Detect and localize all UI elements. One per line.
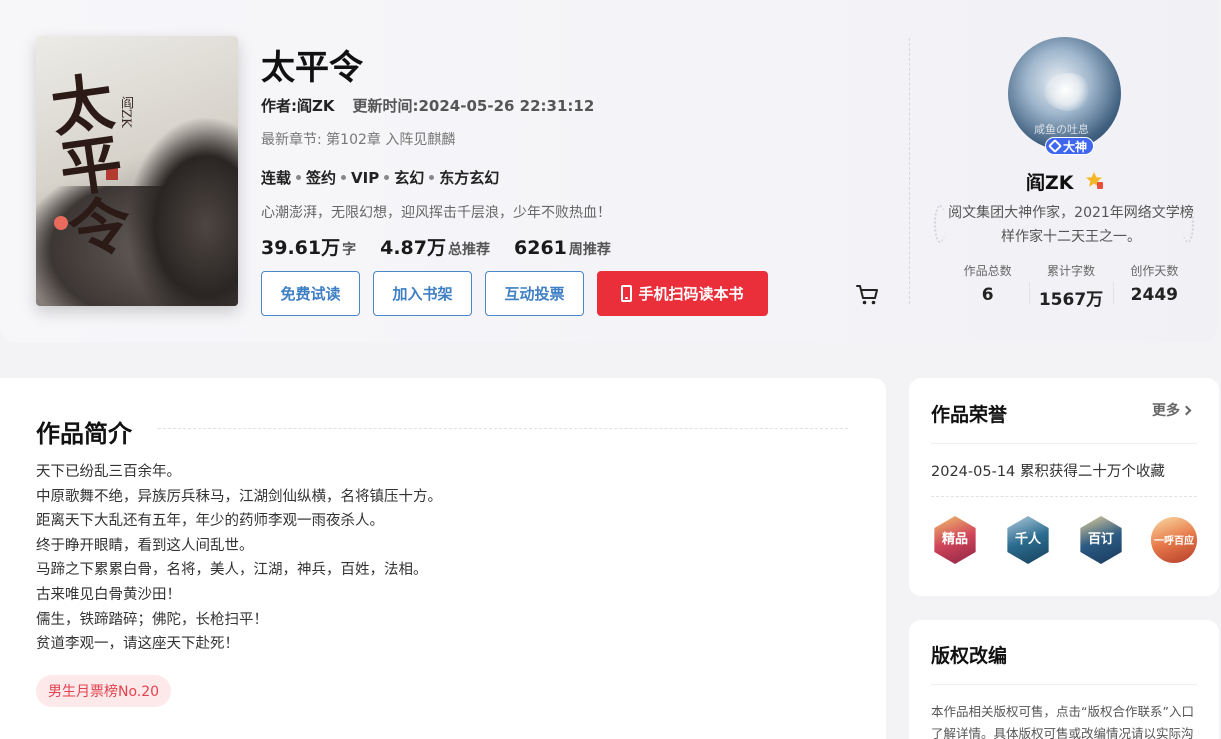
copyright-text: 本作品相关版权可售，点击“版权合作联系”入口了解详情。具体版权可售或改编情况请以… bbox=[931, 704, 1194, 739]
author-stat-label: 累计字数 bbox=[1046, 264, 1095, 278]
honor-badge-icon[interactable]: 一呼百应 bbox=[1148, 514, 1200, 566]
honor-badges: 精品 千人 百订 一呼百应 bbox=[929, 514, 1200, 566]
author-stat-value: 2449 bbox=[1130, 285, 1178, 305]
rank-badge[interactable]: 男生月票榜No.20 bbox=[36, 675, 172, 707]
stat-word-count: 39.61万字 bbox=[261, 233, 356, 260]
copyright-title: 版权改编 bbox=[931, 645, 1008, 667]
laurel-left-icon bbox=[934, 205, 946, 243]
mobile-read-label: 手机扫码读本书 bbox=[638, 285, 744, 303]
mobile-read-button[interactable]: 手机扫码读本书 bbox=[597, 271, 768, 316]
author-stat-days: 创作天数 2449 bbox=[1112, 262, 1196, 310]
badge-text: 精品 bbox=[941, 532, 968, 547]
author-name[interactable]: 阎ZK bbox=[1026, 168, 1074, 195]
author-level-badge: 大神 bbox=[1045, 137, 1095, 155]
book-header-card: 太平令 阎ZK 太平令 作者:阎ZK 更新时间:2024-05-26 22:31… bbox=[0, 0, 1218, 342]
book-tags: 连载 签约 VIP 玄幻 东方玄幻 bbox=[261, 167, 499, 188]
author-stat-value: 1567万 bbox=[1038, 290, 1104, 310]
book-stats: 39.61万字 4.87万 总推荐 6261 周推荐 bbox=[261, 233, 611, 260]
cover-author-art: 阎ZK bbox=[118, 96, 133, 128]
stat-weekly-recommend: 6261 周推荐 bbox=[514, 237, 611, 259]
action-buttons: 免费试读 加入书架 互动投票 手机扫码读本书 bbox=[261, 271, 768, 316]
book-author-link[interactable]: 作者:阎ZK bbox=[261, 95, 335, 116]
book-meta: 作者:阎ZK 更新时间:2024-05-26 22:31:12 bbox=[261, 95, 594, 116]
stat-value: 4.87万 bbox=[380, 237, 446, 259]
copyright-card: 版权改编 本作品相关版权可售，点击“版权合作联系”入口了解详情。具体版权可售或改… bbox=[909, 620, 1219, 739]
author-description: 阅文集团大神作家，2021年网络文学榜样作家十二天王之一。 bbox=[948, 205, 1194, 245]
badge-text: 百订 bbox=[1087, 532, 1114, 547]
tag-separator bbox=[341, 175, 347, 180]
book-tagline: 心潮澎湃，无限幻想，迎风挥击千层浪，少年不败热血！ bbox=[261, 205, 611, 221]
stat-total-recommend: 4.87万 总推荐 bbox=[380, 233, 490, 260]
tag-signed: 签约 bbox=[306, 169, 337, 187]
tag-vip: VIP bbox=[351, 168, 380, 187]
stat-value: 6261 bbox=[514, 237, 567, 259]
tag-separator bbox=[384, 175, 390, 180]
synopsis-line: 终于睁开眼睛，看到这人间乱世。 bbox=[36, 537, 254, 554]
synopsis-line: 距离天下大乱还有五年，年少的药师李观一雨夜杀人。 bbox=[36, 513, 384, 530]
author-stat-value: 6 bbox=[981, 285, 994, 305]
author-stat-label: 创作天数 bbox=[1130, 264, 1179, 278]
author-stat-words: 累计字数 1567万 bbox=[1029, 262, 1112, 310]
honor-title: 作品荣誉 bbox=[931, 404, 1008, 426]
book-updated-time: 更新时间:2024-05-26 22:31:12 bbox=[352, 97, 595, 115]
phone-icon bbox=[621, 285, 633, 302]
tag-status: 连载 bbox=[261, 169, 292, 187]
honor-divider bbox=[931, 443, 1197, 444]
honor-card: 作品荣誉 更多 2024-05-14 累积获得二十万个收藏 精品 千人 百订 一… bbox=[909, 378, 1219, 596]
stat-unit: 总推荐 bbox=[448, 242, 490, 258]
avatar-figure bbox=[1044, 73, 1092, 111]
stat-value: 39.61万 bbox=[261, 237, 341, 259]
book-title: 太平令 bbox=[261, 48, 363, 88]
honor-divider bbox=[931, 496, 1197, 497]
cover-sun bbox=[54, 216, 68, 230]
author-avatar[interactable]: 咸鱼の吐息 bbox=[1008, 37, 1121, 150]
honor-badge-icon[interactable]: 千人 bbox=[1002, 514, 1054, 566]
synopsis-title: 作品简介 bbox=[36, 420, 132, 448]
tag-subcategory[interactable]: 东方玄幻 bbox=[439, 167, 499, 188]
add-shelf-button[interactable]: 加入书架 bbox=[373, 271, 472, 316]
avatar-watermark: 咸鱼の吐息 bbox=[1034, 123, 1089, 136]
free-read-button[interactable]: 免费试读 bbox=[261, 271, 360, 316]
author-stat-label: 作品总数 bbox=[963, 264, 1012, 278]
synopsis-line: 古来唯见白骨黄沙田！ bbox=[36, 586, 181, 603]
chevron-right-icon bbox=[1181, 405, 1192, 415]
header-divider bbox=[909, 38, 910, 304]
synopsis-text: 天下已纷乱三百余年。 中原歌舞不绝，异族厉兵秣马，江湖剑仙纵横，名将镇压十方。 … bbox=[36, 460, 442, 657]
cart-icon[interactable] bbox=[856, 284, 880, 306]
author-level-label: 大神 bbox=[1063, 139, 1088, 154]
tag-category[interactable]: 玄幻 bbox=[394, 167, 424, 188]
synopsis-title-divider bbox=[158, 428, 848, 429]
honor-badge-icon[interactable]: 精品 bbox=[929, 514, 981, 566]
tag-separator bbox=[296, 175, 302, 180]
latest-chapter-link[interactable]: 最新章节: 第102章 入阵见麒麟 bbox=[261, 129, 455, 149]
synopsis-line: 天下已纷乱三百余年。 bbox=[36, 464, 181, 480]
author-stats: 作品总数 6 累计字数 1567万 创作天数 2449 bbox=[946, 262, 1196, 310]
stat-unit: 字 bbox=[342, 242, 357, 258]
copyright-divider bbox=[931, 684, 1197, 685]
book-cover[interactable]: 太平令 阎ZK bbox=[36, 36, 238, 306]
author-stat-works: 作品总数 6 bbox=[946, 262, 1029, 310]
medal-icon bbox=[1086, 172, 1103, 189]
badge-icon bbox=[1047, 138, 1063, 154]
stat-unit: 周推荐 bbox=[568, 242, 611, 258]
honor-item: 2024-05-14 累积获得二十万个收藏 bbox=[931, 464, 1165, 480]
tag-separator bbox=[429, 175, 435, 180]
synopsis-line: 儒生，铁蹄踏碎；佛陀，长枪扫平！ bbox=[36, 611, 268, 628]
synopsis-line: 马蹄之下累累白骨，名将，美人，江湖，神兵，百姓，法相。 bbox=[36, 562, 428, 579]
badge-text: 一呼百应 bbox=[1154, 536, 1194, 547]
badge-text: 千人 bbox=[1014, 532, 1041, 547]
synopsis-card: 作品简介 天下已纷乱三百余年。 中原歌舞不绝，异族厉兵秣马，江湖剑仙纵横，名将镇… bbox=[0, 378, 886, 739]
honor-more-link[interactable]: 更多 bbox=[1152, 400, 1192, 420]
synopsis-line: 贫道李观一，请这座天下赴死！ bbox=[36, 636, 239, 653]
more-label: 更多 bbox=[1152, 403, 1180, 419]
synopsis-line: 中原歌舞不绝，异族厉兵秣马，江湖剑仙纵横，名将镇压十方。 bbox=[36, 488, 442, 505]
vote-button[interactable]: 互动投票 bbox=[485, 271, 584, 316]
honor-badge-icon[interactable]: 百订 bbox=[1075, 514, 1127, 566]
